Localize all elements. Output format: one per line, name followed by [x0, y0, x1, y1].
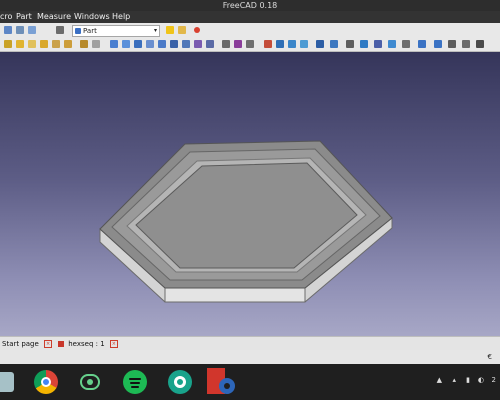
- stop-icon[interactable]: [194, 27, 200, 33]
- sphere-icon[interactable]: [28, 40, 36, 48]
- tab-start-page[interactable]: Start page ×: [2, 339, 53, 349]
- measure-linear-icon[interactable]: [388, 40, 396, 48]
- window-title: FreeCAD 0.18: [222, 1, 278, 10]
- box-icon[interactable]: [4, 40, 12, 48]
- workbench-label: Part: [83, 27, 97, 35]
- primitives-icon[interactable]: [80, 40, 88, 48]
- document-tabbar: Start page × hexseq : 1 ×: [0, 336, 500, 351]
- sweep-icon[interactable]: [206, 40, 214, 48]
- fillet-icon[interactable]: [146, 40, 154, 48]
- split-icon[interactable]: [330, 40, 338, 48]
- atom-icon[interactable]: [78, 370, 102, 394]
- workbench-selector[interactable]: Part ▾: [72, 25, 160, 37]
- macro-icon[interactable]: [178, 26, 186, 34]
- status-bar: €: [0, 350, 500, 364]
- part-bottom-front-face: [164, 287, 306, 303]
- status-text: €: [487, 353, 492, 361]
- toolbar-tools: [0, 37, 500, 52]
- toggle-all-icon[interactable]: [434, 40, 442, 48]
- menu-part[interactable]: Part: [16, 11, 32, 23]
- revolve-icon[interactable]: [122, 40, 130, 48]
- hexagon-part[interactable]: [99, 140, 393, 303]
- menu-help[interactable]: Help: [112, 11, 130, 23]
- compound-icon[interactable]: [346, 40, 354, 48]
- make-face-icon[interactable]: [170, 40, 178, 48]
- freecad-icon[interactable]: [207, 368, 235, 396]
- toolbar-top: Part ▾: [0, 23, 500, 38]
- chamfer-icon[interactable]: [158, 40, 166, 48]
- open-icon[interactable]: [16, 26, 24, 34]
- shape-builder-icon[interactable]: [92, 40, 100, 48]
- menu-bar: cro Part Measure Windows Help: [0, 11, 500, 23]
- volume-icon[interactable]: ◐: [478, 376, 484, 384]
- toggle-3d-icon[interactable]: [448, 40, 456, 48]
- macro-record-icon[interactable]: [166, 26, 174, 34]
- ruled-surface-icon[interactable]: [182, 40, 190, 48]
- clock-text[interactable]: 2: [492, 376, 496, 384]
- menu-measure[interactable]: Measure: [37, 11, 71, 23]
- freecad-document-icon: [58, 341, 64, 347]
- tube-icon[interactable]: [64, 40, 72, 48]
- close-icon[interactable]: ×: [44, 340, 53, 348]
- cut-icon[interactable]: [276, 40, 284, 48]
- network-icon[interactable]: ▮: [466, 376, 470, 384]
- taskbar: ▲ ▴ ▮ ◐ 2: [0, 364, 500, 400]
- cone-icon[interactable]: [40, 40, 48, 48]
- model-view: [99, 140, 393, 303]
- save-icon[interactable]: [28, 26, 36, 34]
- defeaturing-icon[interactable]: [374, 40, 382, 48]
- window-titlebar: FreeCAD 0.18: [0, 0, 500, 11]
- fuse-icon[interactable]: [288, 40, 296, 48]
- upload-icon[interactable]: ▴: [452, 376, 456, 384]
- measure-refresh-icon[interactable]: [418, 40, 426, 48]
- spotify-icon[interactable]: [123, 370, 147, 394]
- new-icon[interactable]: [4, 26, 12, 34]
- camera-icon[interactable]: [168, 370, 192, 394]
- loft-icon[interactable]: [194, 40, 202, 48]
- thickness-icon[interactable]: [234, 40, 242, 48]
- tab-hexseq[interactable]: hexseq : 1 ×: [58, 339, 118, 349]
- common-icon[interactable]: [300, 40, 308, 48]
- torus-icon[interactable]: [52, 40, 60, 48]
- docker-icon[interactable]: ▲: [437, 376, 442, 384]
- files-icon[interactable]: [0, 370, 20, 394]
- toggle-delta-icon[interactable]: [462, 40, 470, 48]
- whats-this-icon[interactable]: [56, 26, 64, 34]
- measure-angular-icon[interactable]: [402, 40, 410, 48]
- menu-windows[interactable]: Windows: [74, 11, 110, 23]
- check-geometry-icon[interactable]: [360, 40, 368, 48]
- boolean-icon[interactable]: [264, 40, 272, 48]
- join-features-icon[interactable]: [316, 40, 324, 48]
- menu-macro[interactable]: cro: [0, 11, 12, 23]
- offset-icon[interactable]: [222, 40, 230, 48]
- chevron-down-icon: ▾: [153, 27, 157, 34]
- cylinder-icon[interactable]: [16, 40, 24, 48]
- 3d-viewport[interactable]: [0, 52, 500, 336]
- extrude-icon[interactable]: [110, 40, 118, 48]
- projection-icon[interactable]: [246, 40, 254, 48]
- close-icon[interactable]: ×: [109, 340, 118, 348]
- mirror-icon[interactable]: [134, 40, 142, 48]
- chrome-icon[interactable]: [34, 370, 58, 394]
- tab-label: Start page: [2, 340, 39, 348]
- part-workbench-icon: [75, 28, 81, 34]
- clear-all-icon[interactable]: [476, 40, 484, 48]
- tab-label: hexseq : 1: [68, 340, 105, 348]
